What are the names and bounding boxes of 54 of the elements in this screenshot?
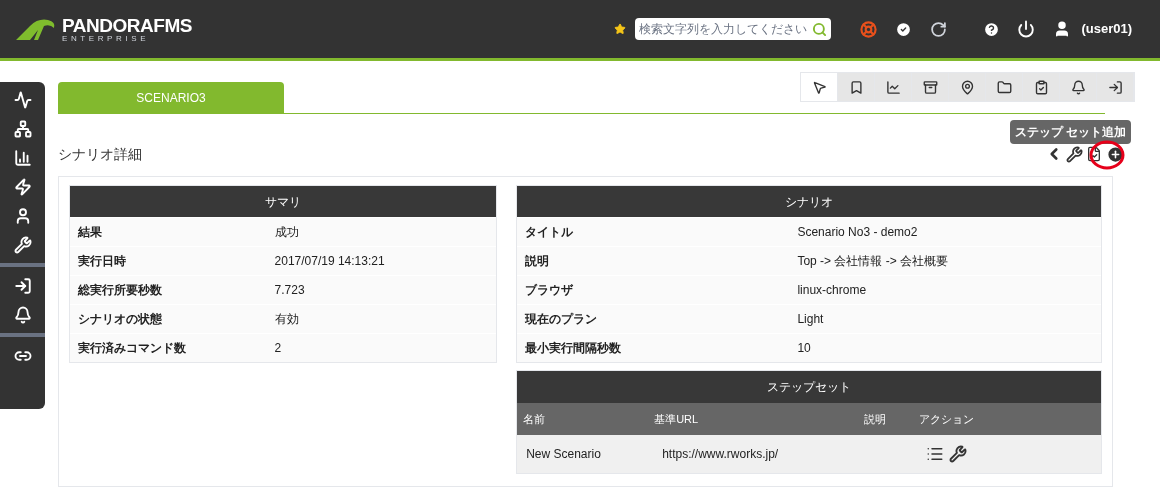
row-label: 説明	[524, 253, 551, 270]
row-label: 実行日時	[77, 253, 127, 270]
column-header: アクション	[919, 411, 976, 427]
bell-icon[interactable]	[1060, 73, 1097, 101]
row-label: タイトル	[524, 224, 575, 241]
row-value: 10	[797, 340, 811, 357]
power-icon[interactable]	[1017, 20, 1036, 38]
user-name[interactable]: (user01)	[1081, 19, 1132, 39]
row-value: 7.723	[274, 282, 305, 299]
login-icon[interactable]	[1097, 73, 1134, 101]
logo-edition: ENTERPRISE	[62, 34, 151, 43]
row-value: 有効	[274, 311, 299, 328]
column-header: 基準URL	[654, 411, 700, 427]
wrench-icon[interactable]	[949, 445, 968, 463]
refresh-icon[interactable]	[930, 20, 948, 38]
row-value: linux-chrome	[797, 282, 867, 299]
row-label: 総実行所要秒数	[77, 282, 163, 299]
page-title: シナリオ詳細	[58, 144, 142, 164]
folder-icon[interactable]	[986, 73, 1023, 101]
row-value: Light	[797, 311, 824, 328]
check-icon[interactable]	[895, 20, 913, 38]
logo-name: PANDORAFMS	[62, 15, 192, 35]
row-value: Top -> 会社情報 -> 会社概要	[797, 253, 949, 270]
row-label: ブラウザ	[524, 282, 575, 299]
list-icon[interactable]	[926, 445, 945, 463]
row-value: 2017/07/19 14:13:21	[274, 253, 385, 270]
table-header: ステップセット	[517, 371, 1101, 403]
row-label: 実行済みコマンド数	[77, 340, 187, 357]
map-pin-icon[interactable]	[949, 73, 986, 101]
checklist-icon[interactable]	[1023, 73, 1060, 101]
chart-icon[interactable]	[875, 73, 912, 101]
column-header: 説明	[864, 411, 888, 427]
row-label: 結果	[77, 224, 103, 241]
highlight-circle	[1088, 139, 1126, 171]
report-icon[interactable]	[1086, 146, 1102, 162]
row-value: 成功	[274, 224, 299, 241]
row-label: 現在のプラン	[523, 311, 599, 328]
search-field[interactable]: 検索文字列を入力してください	[635, 18, 832, 40]
row-value: Scenario No3 - demo2	[797, 224, 918, 241]
tooltip: ステップ セット追加	[1009, 120, 1131, 144]
table-cell-text: New Scenario	[525, 446, 602, 463]
wrench-icon[interactable]	[1066, 145, 1083, 163]
table-cell-text: https://www.rworks.jp/	[661, 446, 780, 463]
column-header: 名前	[522, 411, 547, 427]
row-value: 2	[274, 340, 282, 357]
row-label: シナリオの状態	[77, 311, 163, 328]
lifebuoy-icon[interactable]	[860, 20, 878, 38]
help-icon[interactable]	[983, 20, 1001, 38]
archive-icon[interactable]	[912, 73, 949, 101]
row-label: 最小実行間隔秒数	[524, 340, 623, 357]
table-header: サマリ	[70, 186, 497, 217]
table-header: シナリオ	[517, 186, 1101, 217]
bookmark-icon[interactable]	[838, 73, 875, 101]
star-icon[interactable]	[614, 23, 627, 35]
